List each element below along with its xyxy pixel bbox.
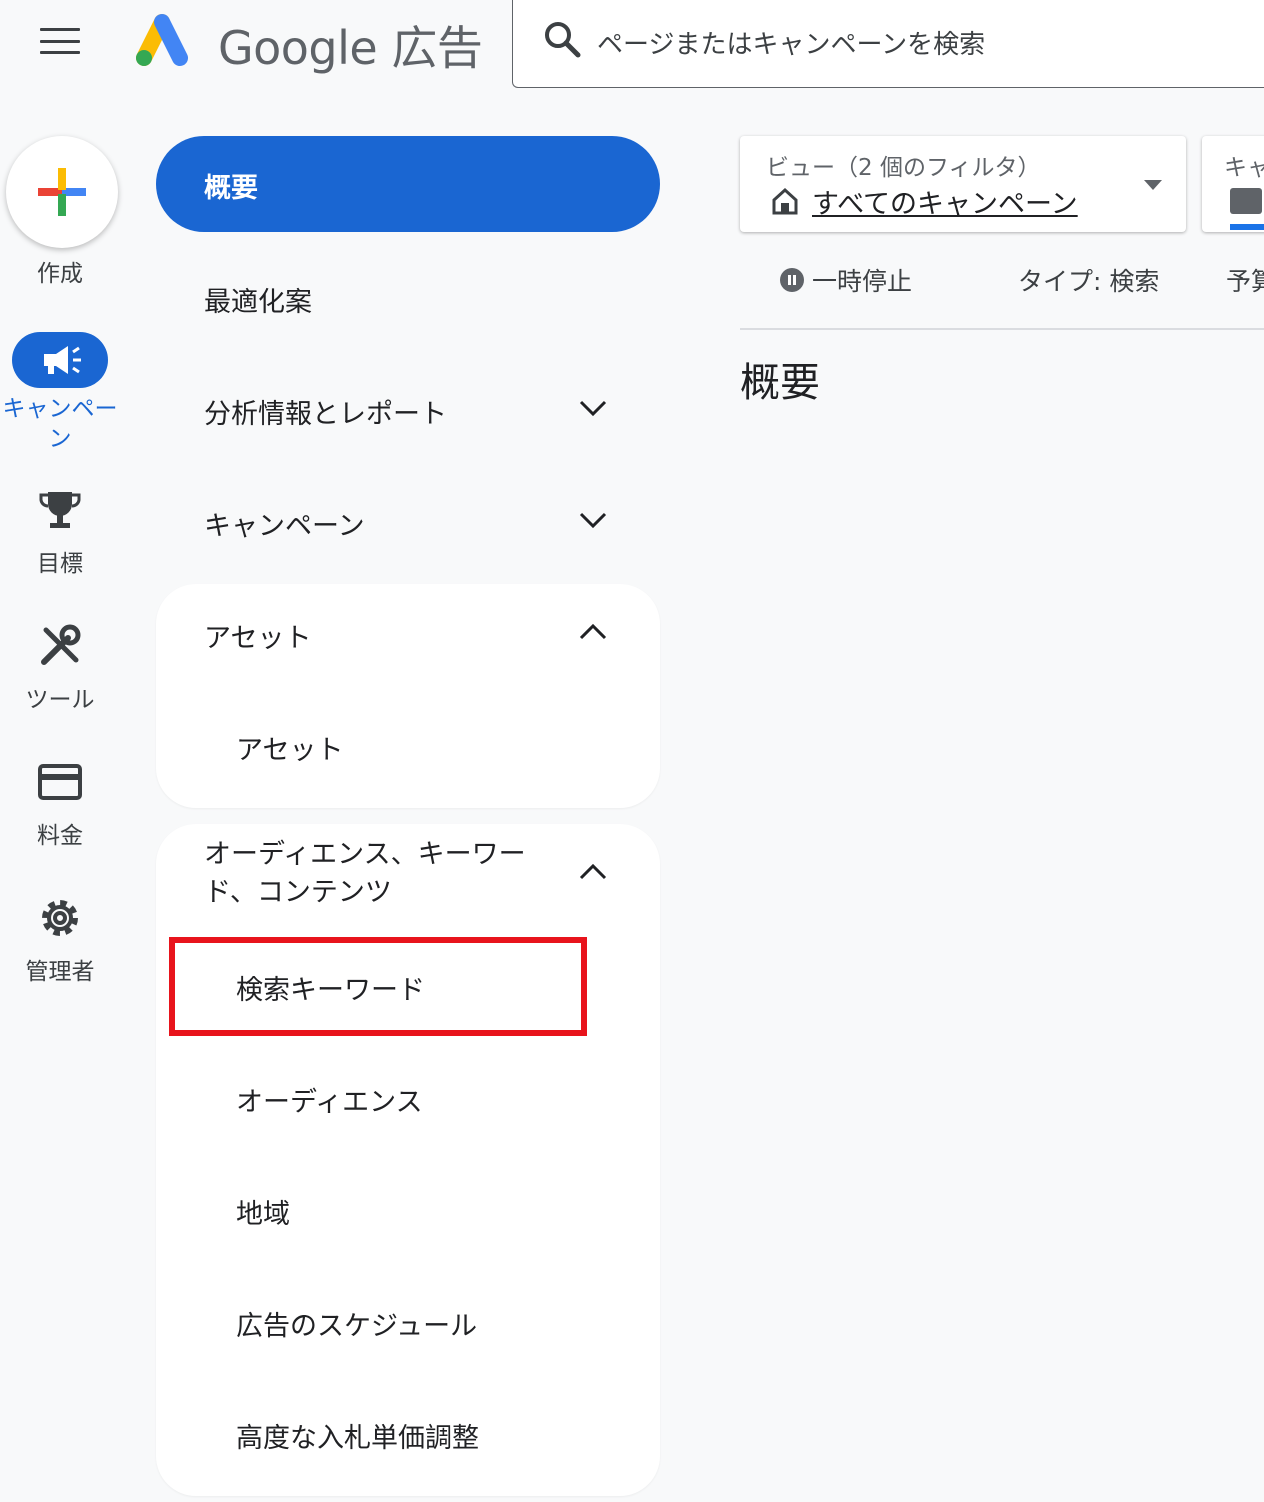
- pause-icon: [780, 268, 804, 292]
- search-bar[interactable]: ページまたはキャンペーンを検索: [512, 0, 1264, 88]
- google-ads-logo-icon: [136, 14, 188, 66]
- rail-item-goals-label: 目標: [37, 551, 83, 577]
- menu-line: [40, 28, 80, 31]
- nav-item-assets[interactable]: アセット: [236, 728, 343, 767]
- nav-item-ad-schedule[interactable]: 広告のスケジュール: [236, 1304, 477, 1343]
- nav-group-assets-label[interactable]: アセット: [204, 616, 311, 655]
- search-campaign-icon: [1230, 188, 1262, 214]
- nav-group-audience-label[interactable]: オーディエンス、キーワー ド、コンテンツ: [204, 836, 526, 912]
- nav-group-audience-label-line1: オーディエンス、キーワー: [204, 839, 526, 870]
- nav-item-audiences[interactable]: オーディエンス: [236, 1080, 423, 1119]
- rail-item-campaigns[interactable]: [12, 332, 108, 388]
- create-button[interactable]: [6, 136, 118, 248]
- chevron-down-icon[interactable]: [578, 398, 608, 418]
- chevron-up-icon[interactable]: [578, 622, 608, 642]
- view-filter-selector[interactable]: ビュー（2 個のフィルタ） すべてのキャンペーン: [740, 136, 1186, 232]
- nav-item-recommendations[interactable]: 最適化案: [204, 280, 312, 319]
- menu-line: [40, 51, 80, 54]
- divider: [740, 328, 1264, 330]
- nav-item-insights-reports[interactable]: 分析情報とレポート: [204, 392, 447, 431]
- view-filter-label: ビュー（2 個のフィルタ）: [766, 155, 1041, 181]
- plus-icon: [38, 168, 86, 216]
- main-menu-button[interactable]: [40, 28, 80, 54]
- status-paused: 一時停止: [812, 267, 913, 296]
- campaign-selector-label: キャ: [1224, 155, 1264, 181]
- nav-item-overview[interactable]: 概要: [156, 136, 660, 232]
- highlight-box: [169, 937, 587, 1036]
- page-title: 概要: [740, 360, 820, 406]
- rail-item-tools-label: ツール: [25, 687, 95, 713]
- home-icon: [772, 187, 798, 215]
- tools-icon[interactable]: [36, 622, 84, 670]
- brand-name: Google 広告: [218, 21, 483, 75]
- chevron-down-icon[interactable]: [578, 510, 608, 530]
- nav-item-advanced-bid-adjustments[interactable]: 高度な入札単価調整: [236, 1416, 479, 1455]
- trophy-icon[interactable]: [36, 486, 84, 534]
- chevron-up-icon[interactable]: [578, 862, 608, 882]
- nav-item-overview-label: 概要: [204, 173, 258, 204]
- view-filter-value: すべてのキャンペーン: [812, 189, 1078, 220]
- status-type: タイプ: 検索: [1018, 267, 1160, 296]
- rail-item-billing-label: 料金: [37, 823, 83, 849]
- search-placeholder: ページまたはキャンペーンを検索: [597, 30, 986, 60]
- search-icon: [545, 22, 581, 58]
- nav-group-audience-keywords-content: [156, 824, 660, 1496]
- rail-item-campaigns-label: キャンペーン: [2, 396, 118, 452]
- nav-item-locations[interactable]: 地域: [236, 1192, 290, 1231]
- status-budget: 予算: [1226, 267, 1264, 296]
- credit-card-icon[interactable]: [36, 758, 84, 806]
- menu-line: [40, 39, 80, 43]
- create-label: 作成: [37, 261, 83, 287]
- gear-icon[interactable]: [36, 894, 84, 942]
- nav-item-campaigns[interactable]: キャンペーン: [204, 504, 365, 543]
- dropdown-arrow-icon: [1144, 180, 1162, 190]
- megaphone-icon: [44, 346, 81, 374]
- rail-item-admin-label: 管理者: [25, 959, 95, 985]
- campaign-selector[interactable]: キャ: [1202, 136, 1264, 232]
- campaign-selector-indicator: [1230, 224, 1264, 230]
- nav-group-audience-label-line2: ド、コンテンツ: [204, 877, 392, 908]
